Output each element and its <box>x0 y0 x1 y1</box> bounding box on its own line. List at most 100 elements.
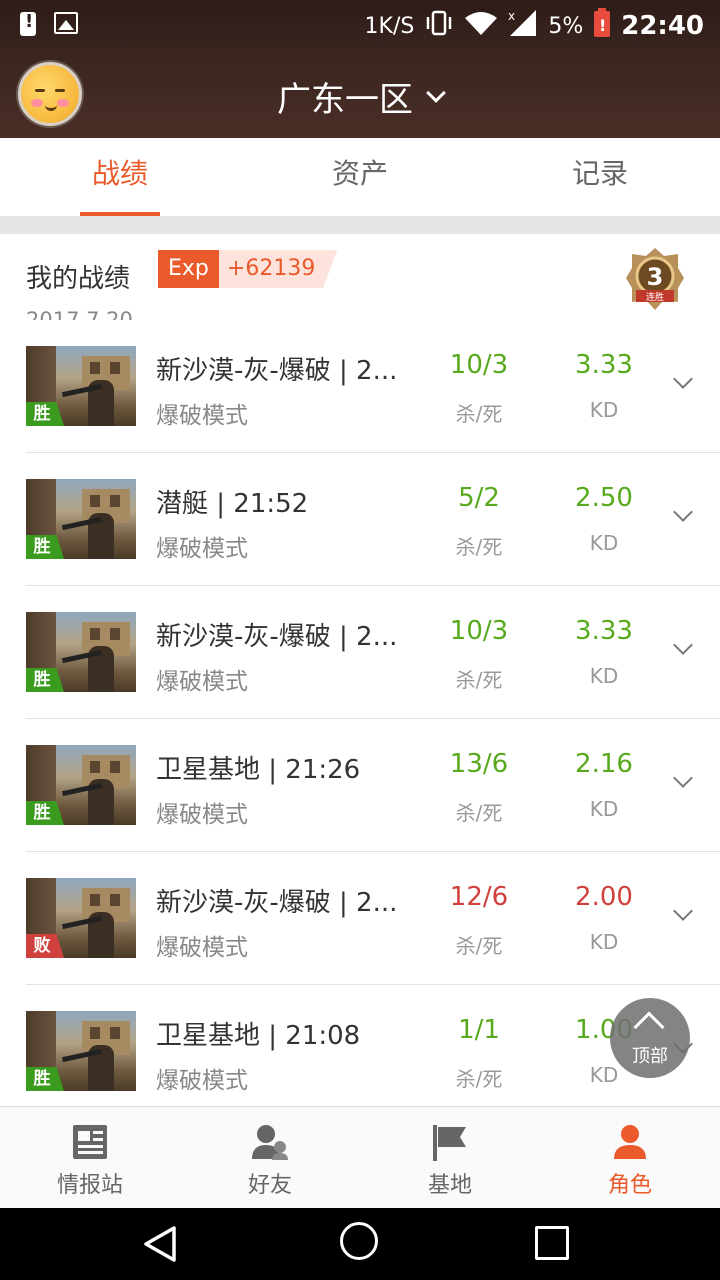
kd-value: 2.00 <box>575 882 633 912</box>
kill-death-label: 杀/死 <box>455 668 503 692</box>
map-thumbnail: 胜 <box>26 1011 136 1091</box>
battery-level: 5% <box>548 13 584 39</box>
kill-death: 13/6 <box>449 749 509 779</box>
badge-text: 连胜 <box>646 291 664 303</box>
map-name: 潜艇 | 21:52 <box>156 489 309 519</box>
list-item[interactable]: 胜 潜艇 | 21:52 爆破模式 5/2 杀/死 2.50 KD <box>0 453 720 586</box>
status-bar-right: 1K/S x 5% ! 22:40 <box>365 8 704 44</box>
game-mode: 爆破模式 <box>156 935 248 961</box>
app-header: 广东一区 <box>0 50 720 138</box>
chevron-up-icon <box>633 1011 665 1043</box>
section-divider <box>0 216 720 234</box>
tab-history[interactable]: 记录 <box>480 138 720 216</box>
status-bar: 1K/S x 5% ! 22:40 <box>0 0 720 50</box>
kd-value: 3.33 <box>575 616 633 646</box>
tab-assets[interactable]: 资产 <box>240 138 480 216</box>
kd-label: KD <box>589 797 619 821</box>
result-badge: 胜 <box>26 801 64 825</box>
kill-death-label: 杀/死 <box>455 402 503 426</box>
kd-label: KD <box>589 531 619 555</box>
flag-icon <box>430 1123 470 1167</box>
game-mode: 爆破模式 <box>156 536 248 562</box>
region-selector-wrap: 广东一区 <box>0 72 720 121</box>
back-icon[interactable] <box>140 1224 180 1268</box>
news-icon <box>71 1123 109 1165</box>
map-thumbnail: 胜 <box>26 745 136 825</box>
result-badge: 胜 <box>26 668 64 692</box>
badge-number: 3 <box>647 263 664 291</box>
tab-record[interactable]: 战绩 <box>0 138 240 216</box>
kill-death-label: 杀/死 <box>455 535 503 559</box>
kd-label: KD <box>589 930 619 954</box>
svg-text:!: ! <box>599 16 606 35</box>
tab-bar: 战绩 资产 记录 <box>0 138 720 216</box>
exp-value: +62139 <box>218 250 338 288</box>
expand-chevron-icon[interactable] <box>673 901 693 921</box>
map-name: 新沙漠-灰-爆破 | 2... <box>156 622 398 652</box>
list-item[interactable]: 败 新沙漠-灰-爆破 | 2... 爆破模式 12/6 杀/死 2.00 KD <box>0 852 720 985</box>
map-name: 卫星基地 | 21:08 <box>156 1021 361 1051</box>
kill-death-label: 杀/死 <box>455 1067 503 1091</box>
image-icon <box>54 12 78 34</box>
list-item[interactable]: 胜 新沙漠-灰-爆破 | 2... 爆破模式 10/3 杀/死 3.33 KD <box>0 320 720 453</box>
kill-death-label: 杀/死 <box>455 934 503 958</box>
expand-chevron-icon[interactable] <box>673 768 693 788</box>
nav-item-character[interactable]: 角色 <box>540 1107 720 1208</box>
wifi-icon <box>464 10 498 42</box>
record-list: 胜 新沙漠-灰-爆破 | 2... 爆破模式 10/3 杀/死 3.33 KD … <box>0 320 720 1106</box>
nav-label: 情报站 <box>56 1173 123 1198</box>
record-summary: 我的战绩 Exp +62139 2017.7.20 3 连胜 <box>0 234 720 334</box>
kd-label: KD <box>589 398 619 422</box>
kd-value: 2.50 <box>575 483 633 513</box>
app-root: 1K/S x 5% ! 22:40 <box>0 0 720 1280</box>
kd-label: KD <box>589 664 619 688</box>
nav-item-intel[interactable]: 情报站 <box>0 1107 180 1208</box>
kill-death-label: 杀/死 <box>455 801 503 825</box>
system-nav-bar <box>0 1208 720 1280</box>
map-thumbnail: 胜 <box>26 479 136 559</box>
kill-death: 1/1 <box>458 1015 500 1045</box>
game-mode: 爆破模式 <box>156 669 248 695</box>
kill-death: 10/3 <box>449 350 509 380</box>
map-thumbnail: 败 <box>26 878 136 958</box>
nav-item-base[interactable]: 基地 <box>360 1107 540 1208</box>
exp-label: Exp <box>158 250 219 288</box>
chevron-down-icon <box>426 82 446 103</box>
result-badge: 败 <box>26 934 64 958</box>
battery-low-icon: ! <box>593 8 611 44</box>
nav-label: 基地 <box>427 1173 472 1198</box>
result-badge: 胜 <box>26 535 64 559</box>
expand-chevron-icon[interactable] <box>673 369 693 389</box>
region-selector[interactable]: 广东一区 <box>277 72 446 121</box>
recent-apps-icon[interactable] <box>535 1226 569 1260</box>
back-to-top-label: 顶部 <box>632 1046 668 1067</box>
exp-tag: Exp +62139 <box>158 250 338 288</box>
kd-value: 3.33 <box>575 350 633 380</box>
svg-text:x: x <box>508 9 515 23</box>
win-streak-badge-icon: 3 连胜 <box>624 246 686 312</box>
expand-chevron-icon[interactable] <box>673 502 693 522</box>
kill-death: 5/2 <box>458 483 500 513</box>
nav-label: 角色 <box>607 1173 652 1198</box>
map-name: 卫星基地 | 21:26 <box>156 755 361 785</box>
vibrate-icon <box>424 10 454 42</box>
list-item[interactable]: 胜 卫星基地 | 21:26 爆破模式 13/6 杀/死 2.16 KD <box>0 719 720 852</box>
person-icon <box>611 1123 649 1165</box>
signal-icon: x <box>508 9 538 43</box>
result-badge: 胜 <box>26 1067 64 1091</box>
kill-death: 10/3 <box>449 616 509 646</box>
region-name: 广东一区 <box>277 80 413 120</box>
net-speed: 1K/S <box>364 13 415 39</box>
my-record-title: 我的战绩 <box>26 264 131 294</box>
kill-death: 12/6 <box>449 882 509 912</box>
map-name: 新沙漠-灰-爆破 | 2... <box>156 356 398 386</box>
map-thumbnail: 胜 <box>26 346 136 426</box>
nav-item-friends[interactable]: 好友 <box>180 1107 360 1208</box>
clock: 22:40 <box>621 11 704 41</box>
list-item[interactable]: 胜 新沙漠-灰-爆破 | 2... 爆破模式 10/3 杀/死 3.33 KD <box>0 586 720 719</box>
result-badge: 胜 <box>26 402 64 426</box>
home-icon[interactable] <box>340 1222 378 1260</box>
bottom-nav: 情报站 好友 基地 角色 <box>0 1106 720 1208</box>
expand-chevron-icon[interactable] <box>673 635 693 655</box>
back-to-top-button[interactable]: 顶部 <box>610 998 690 1078</box>
